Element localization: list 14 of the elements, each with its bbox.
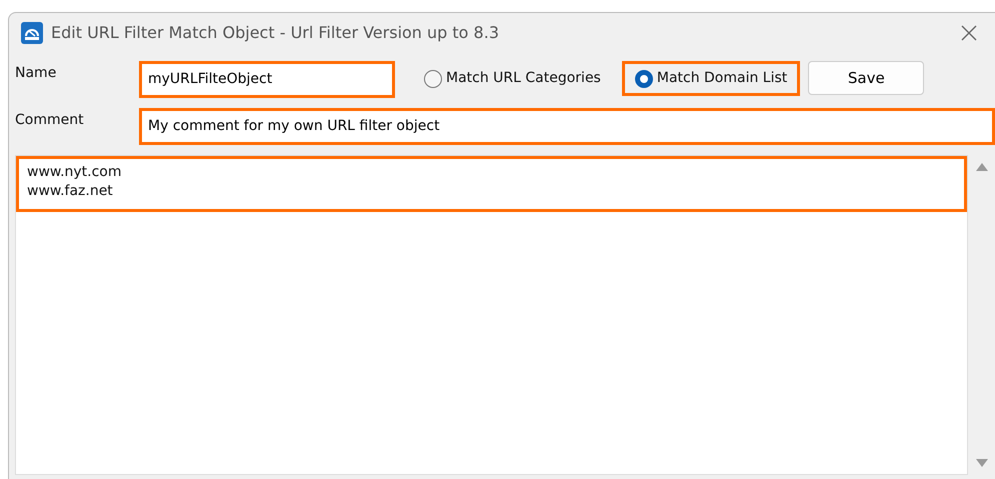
save-button[interactable]: Save	[808, 61, 924, 95]
name-field[interactable]: myURLFilteObject	[139, 61, 395, 98]
app-icon	[21, 22, 43, 44]
domain-list-field[interactable]: www.nyt.com www.faz.net	[15, 155, 968, 475]
scroll-up-icon[interactable]	[976, 163, 988, 171]
comment-field[interactable]: My comment for my own URL filter object	[139, 108, 995, 145]
match-option-radio[interactable]: Match Domain List	[622, 61, 800, 96]
domain-entry: www.faz.net	[27, 182, 114, 201]
name-label: Name	[15, 64, 58, 83]
window-title: Edit URL Filter Match Object - Url Filter Version up to 8.3	[51, 22, 499, 44]
scroll-down-icon[interactable]	[976, 459, 988, 467]
comment-label: Comment	[15, 111, 85, 130]
match-option-radio[interactable]: Match URL Categories	[411, 61, 614, 96]
domain-entry: www.nyt.com	[27, 163, 123, 182]
